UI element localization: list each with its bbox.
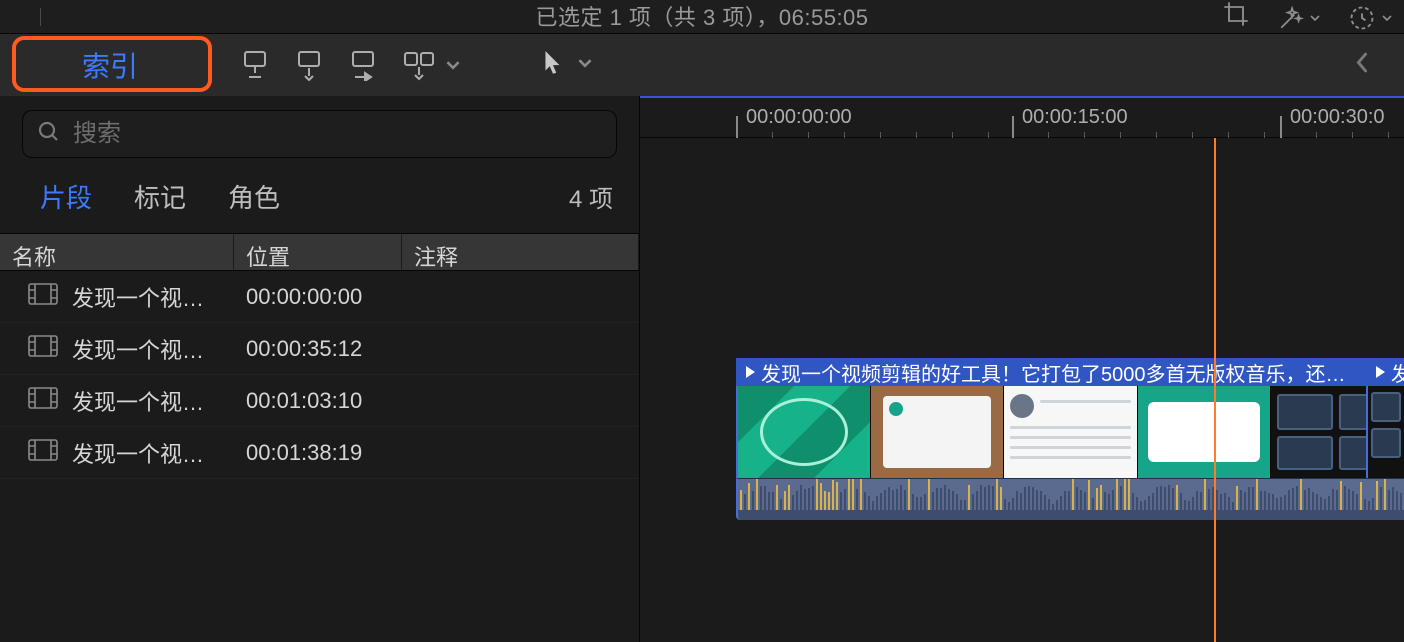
table-row[interactable]: 发现一个视… 00:01:03:10 bbox=[0, 375, 639, 427]
col-header-note[interactable]: 注释 bbox=[402, 234, 639, 270]
thumbnail bbox=[1004, 386, 1137, 478]
search-icon bbox=[37, 120, 61, 149]
viewer-status-bar: 已选定 1 项（共 3 项），06:55:05 bbox=[0, 0, 1404, 34]
collapse-panel-icon[interactable] bbox=[1354, 51, 1370, 80]
clip-name: 发现一个视… bbox=[72, 333, 204, 365]
table-row[interactable]: 发现一个视… 00:01:38:19 bbox=[0, 427, 639, 479]
chevron-down-icon[interactable] bbox=[578, 56, 592, 75]
clip-icon bbox=[28, 439, 58, 467]
retime-icon[interactable] bbox=[1348, 4, 1392, 32]
index-button[interactable]: 索引 bbox=[22, 41, 198, 89]
item-count: 4 项 bbox=[569, 179, 613, 214]
thumbnail bbox=[871, 386, 1004, 478]
ruler-label: 00:00:00:00 bbox=[746, 106, 852, 129]
clip-thumbnails bbox=[736, 386, 1404, 478]
table-row[interactable]: 发现一个视… 00:00:00:00 bbox=[0, 271, 639, 323]
col-header-position[interactable]: 位置 bbox=[234, 234, 402, 270]
append-clip-icon[interactable] bbox=[348, 49, 378, 81]
clip-title-bar[interactable]: 发现一个视频剪辑的好工具！它打包了5000多首无版权音乐，还… bbox=[736, 358, 1404, 386]
clip-audio-waveform bbox=[736, 478, 1404, 520]
tab-markers[interactable]: 标记 bbox=[134, 178, 186, 215]
clip-position: 00:01:38:19 bbox=[234, 440, 402, 466]
enhance-icon[interactable] bbox=[1278, 5, 1320, 31]
col-header-name[interactable]: 名称 bbox=[0, 234, 234, 270]
table-header: 名称 位置 注释 bbox=[0, 233, 639, 271]
divider bbox=[40, 8, 41, 26]
table-row[interactable]: 发现一个视… 00:00:35:12 bbox=[0, 323, 639, 375]
ruler-label: 00:00:30:0 bbox=[1290, 106, 1385, 129]
clip-name: 发现一个视… bbox=[72, 385, 204, 417]
thumbnail bbox=[1138, 386, 1271, 478]
timeline-toolbar: 索引 bbox=[0, 34, 1404, 96]
clip-icon bbox=[28, 335, 58, 363]
clip-table-body: 发现一个视… 00:00:00:00 发现一个视… 00:00:35:12 bbox=[0, 271, 639, 642]
timeline-clip[interactable]: 发玖 bbox=[1366, 358, 1404, 478]
pointer-tool-icon[interactable] bbox=[542, 49, 564, 82]
thumbnail bbox=[738, 386, 871, 478]
playhead[interactable] bbox=[1214, 138, 1216, 642]
search-input[interactable] bbox=[73, 120, 602, 148]
clip-title: 发现一个视频剪辑的好工具！它打包了5000多首无版权音乐，还… bbox=[761, 358, 1346, 386]
timeline-clip[interactable]: 发现一个视频剪辑的好工具！它打包了5000多首无版权音乐，还… bbox=[736, 358, 1404, 518]
clip-name: 发现一个视… bbox=[72, 281, 204, 313]
overwrite-clip-icon[interactable] bbox=[402, 49, 436, 81]
clip-position: 00:00:00:00 bbox=[234, 284, 402, 310]
clip-position: 00:00:35:12 bbox=[234, 336, 402, 362]
clip-icon bbox=[28, 387, 58, 415]
search-input-wrap[interactable] bbox=[22, 110, 617, 158]
selection-status-text: 已选定 1 项（共 3 项），06:55:05 bbox=[535, 0, 868, 32]
clip-name: 发现一个视… bbox=[72, 437, 204, 469]
insert-clip-icon[interactable] bbox=[294, 49, 324, 81]
index-tabs: 片段 标记 角色 4 项 bbox=[0, 164, 639, 233]
clip-position: 00:01:03:10 bbox=[234, 388, 402, 414]
disclosure-triangle-icon bbox=[746, 366, 755, 378]
index-panel: 片段 标记 角色 4 项 名称 位置 注释 发现一个视… 00:00:00:00 bbox=[0, 96, 640, 642]
crop-icon[interactable] bbox=[1222, 0, 1250, 35]
tab-clips[interactable]: 片段 bbox=[40, 178, 92, 215]
connect-clip-icon[interactable] bbox=[240, 49, 270, 81]
clip-title: 发玖 bbox=[1391, 358, 1404, 386]
clip-icon bbox=[28, 283, 58, 311]
timeline-panel[interactable]: 00:00:00:00 00:00:15:00 00:00:30:0 发现一个视… bbox=[640, 96, 1404, 642]
time-ruler[interactable]: 00:00:00:00 00:00:15:00 00:00:30:0 bbox=[640, 98, 1404, 138]
chevron-down-icon[interactable] bbox=[446, 58, 460, 72]
ruler-label: 00:00:15:00 bbox=[1022, 106, 1128, 129]
edit-tools-group bbox=[240, 49, 460, 81]
tab-roles[interactable]: 角色 bbox=[228, 178, 280, 215]
